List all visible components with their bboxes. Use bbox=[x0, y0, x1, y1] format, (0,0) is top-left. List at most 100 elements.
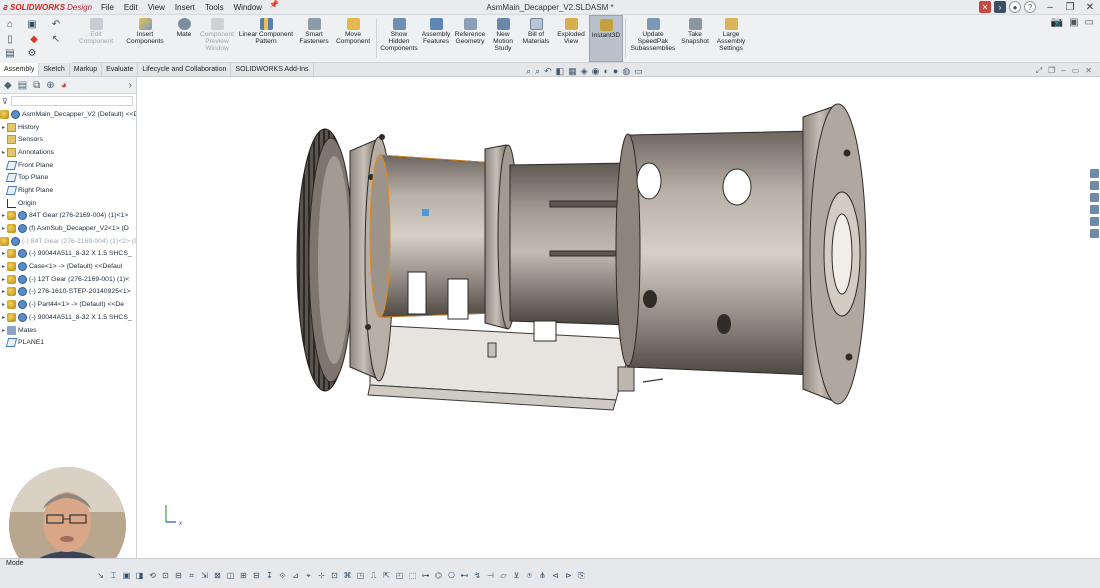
expand-arrow-icon[interactable]: ▸ bbox=[0, 327, 7, 334]
toolbar-icon-5[interactable]: ⟲ bbox=[148, 571, 157, 580]
toolbar-icon-11[interactable]: ◫ bbox=[226, 571, 235, 580]
display-manager-tab-icon[interactable]: ◕ bbox=[61, 80, 67, 91]
resources-icon[interactable] bbox=[1090, 169, 1099, 178]
menu-file[interactable]: File bbox=[96, 0, 119, 15]
toolbar-icon-9[interactable]: ⇲ bbox=[200, 571, 209, 580]
expand-arrow-icon[interactable]: ▸ bbox=[0, 314, 7, 321]
view-orientation-icon[interactable]: ◈ bbox=[581, 66, 588, 77]
solidworks-logo[interactable]: ƨ SOLIDWORKS Design bbox=[0, 2, 96, 12]
toolbar-icon-2[interactable]: ⌶ bbox=[109, 571, 118, 580]
toolbar-icon-12[interactable]: ⊞ bbox=[239, 571, 248, 580]
toolbar-icon-38[interactable]: ⎘ bbox=[577, 571, 586, 580]
viewport-expand-icon[interactable]: ⤢ bbox=[1036, 66, 1042, 76]
toolbar-icon-30[interactable]: ↯ bbox=[473, 571, 482, 580]
toolbar-icon-34[interactable]: ⍟ bbox=[525, 571, 534, 580]
toolbar-icon-28[interactable]: ⎔ bbox=[447, 571, 456, 580]
tree-item[interactable]: Sensors bbox=[0, 133, 136, 146]
toolbar-icon-19[interactable]: ⊡ bbox=[330, 571, 339, 580]
toolbar-icon-13[interactable]: ⊟ bbox=[252, 571, 261, 580]
options-gear-icon[interactable]: ⚙ bbox=[26, 48, 38, 60]
save-icon[interactable]: ▣ bbox=[26, 19, 38, 31]
insert-components-button[interactable]: Insert Components bbox=[120, 15, 170, 62]
dynamic-annotation-icon[interactable]: ▦ bbox=[568, 66, 577, 77]
toolbar-icon-36[interactable]: ⊲ bbox=[551, 571, 560, 580]
toolbar-icon-27[interactable]: ⌬ bbox=[434, 571, 443, 580]
bill-of-materials-button[interactable]: Bill of Materials bbox=[519, 15, 553, 62]
tab-assembly[interactable]: Assembly bbox=[0, 63, 40, 76]
expand-arrow-icon[interactable]: ▸ bbox=[0, 212, 7, 219]
tree-item[interactable]: ▸ Mates bbox=[0, 324, 136, 337]
tree-item[interactable]: ▸ History bbox=[0, 121, 136, 134]
right-end-flange[interactable] bbox=[802, 103, 867, 405]
menu-edit[interactable]: Edit bbox=[119, 0, 143, 15]
terminal-icon[interactable]: › bbox=[994, 1, 1006, 13]
undo-icon[interactable]: ↶ bbox=[50, 19, 62, 31]
reference-geometry-button[interactable]: Reference Geometry bbox=[453, 15, 487, 62]
camera-icon[interactable]: 📷 bbox=[1051, 17, 1063, 28]
restore-icon[interactable]: ❐ bbox=[1060, 0, 1080, 15]
minimize-icon[interactable]: – bbox=[1040, 0, 1060, 15]
file-explorer-icon[interactable] bbox=[1090, 193, 1099, 202]
close-icon[interactable]: ✕ bbox=[1080, 0, 1100, 15]
expand-panel-icon[interactable]: › bbox=[129, 80, 132, 91]
expand-arrow-icon[interactable]: ▸ bbox=[0, 301, 7, 308]
viewport-restore-icon[interactable]: ❐ bbox=[1048, 66, 1055, 76]
assembly-model[interactable]: x bbox=[138, 77, 1100, 558]
instant3d-button[interactable]: Instant3D bbox=[589, 15, 623, 62]
toolbar-icon-18[interactable]: ⊹ bbox=[317, 571, 326, 580]
viewport-maximize-icon[interactable]: ▭ bbox=[1072, 66, 1080, 76]
mounting-bracket[interactable] bbox=[367, 324, 664, 411]
toolbar-icon-14[interactable]: ↧ bbox=[265, 571, 274, 580]
toolbar-icon-16[interactable]: ⊿ bbox=[291, 571, 300, 580]
image-icon[interactable]: ▣ bbox=[1069, 17, 1078, 28]
file-properties-icon[interactable]: ▤ bbox=[4, 48, 16, 60]
toolbar-icon-23[interactable]: ⇱ bbox=[382, 571, 391, 580]
menu-tools[interactable]: Tools bbox=[200, 0, 229, 15]
search-commands-icon[interactable]: ✕ bbox=[979, 1, 991, 13]
toolbar-icon-20[interactable]: ⌘ bbox=[343, 571, 352, 580]
expand-arrow-icon[interactable]: ▸ bbox=[0, 124, 7, 131]
update-speedpak-button[interactable]: Update SpeedPak Subassemblies bbox=[628, 15, 678, 62]
menu-window[interactable]: Window bbox=[229, 0, 267, 15]
smart-fasteners-button[interactable]: Smart Fasteners bbox=[296, 15, 332, 62]
toolbar-icon-8[interactable]: ⌗ bbox=[187, 571, 196, 580]
new-document-icon[interactable]: ▯ bbox=[4, 34, 16, 46]
hide-show-items-icon[interactable]: ◐ bbox=[603, 66, 608, 77]
gear-84t[interactable] bbox=[296, 128, 354, 392]
zoom-to-fit-icon[interactable]: ⌕ bbox=[526, 66, 531, 77]
toolbar-icon-6[interactable]: ⊡ bbox=[161, 571, 170, 580]
zoom-area-icon[interactable]: ⌕ bbox=[535, 66, 540, 77]
design-library-icon[interactable] bbox=[1090, 181, 1099, 190]
viewport-minimize-icon[interactable]: – bbox=[1061, 66, 1065, 76]
expand-arrow-icon[interactable]: ▸ bbox=[0, 288, 7, 295]
large-assembly-settings-button[interactable]: Large Assembly Settings bbox=[712, 15, 750, 62]
main-cylinder[interactable] bbox=[369, 154, 505, 320]
tab-lifecycle[interactable]: Lifecycle and Collaboration bbox=[138, 63, 232, 76]
view-settings-icon[interactable]: ▭ bbox=[634, 66, 643, 77]
mate-button[interactable]: Mate bbox=[170, 15, 198, 62]
tree-root-assembly[interactable]: AsmMain_Decapper_V2 (Default) <<D bbox=[0, 108, 136, 121]
toolbar-icon-15[interactable]: ⟐ bbox=[278, 571, 287, 580]
toolbar-icon-1[interactable]: ↘ bbox=[96, 571, 105, 580]
toolbar-icon-24[interactable]: ◰ bbox=[395, 571, 404, 580]
tree-item[interactable]: Right Plane bbox=[0, 184, 136, 197]
propertymanager-tab-icon[interactable]: ▤ bbox=[18, 80, 27, 91]
new-motion-study-button[interactable]: New Motion Study bbox=[487, 15, 519, 62]
secondary-cylinder[interactable] bbox=[509, 162, 631, 342]
menu-view[interactable]: View bbox=[143, 0, 170, 15]
user-icon[interactable]: ● bbox=[1009, 1, 1021, 13]
appearances-icon[interactable] bbox=[1090, 217, 1099, 226]
filter-icon[interactable]: ⊽ bbox=[2, 97, 8, 106]
expand-arrow-icon[interactable]: ▸ bbox=[0, 263, 7, 270]
move-component-button[interactable]: Move Component bbox=[332, 15, 374, 62]
expand-arrow-icon[interactable]: ▸ bbox=[0, 250, 7, 257]
edit-component-button[interactable]: Edit Component bbox=[72, 15, 120, 62]
show-hidden-components-button[interactable]: Show Hidden Components bbox=[379, 15, 419, 62]
toolbar-icon-7[interactable]: ⊟ bbox=[174, 571, 183, 580]
rebuild-icon[interactable]: ◆ bbox=[28, 34, 40, 46]
graphics-area[interactable]: x bbox=[138, 77, 1100, 558]
outer-housing[interactable] bbox=[615, 130, 814, 376]
section-view-icon[interactable]: ◧ bbox=[556, 66, 565, 77]
toolbar-icon-21[interactable]: ◳ bbox=[356, 571, 365, 580]
tree-item[interactable]: ▸ 84T Gear (276-2169-004) (1)<1> bbox=[0, 210, 136, 223]
